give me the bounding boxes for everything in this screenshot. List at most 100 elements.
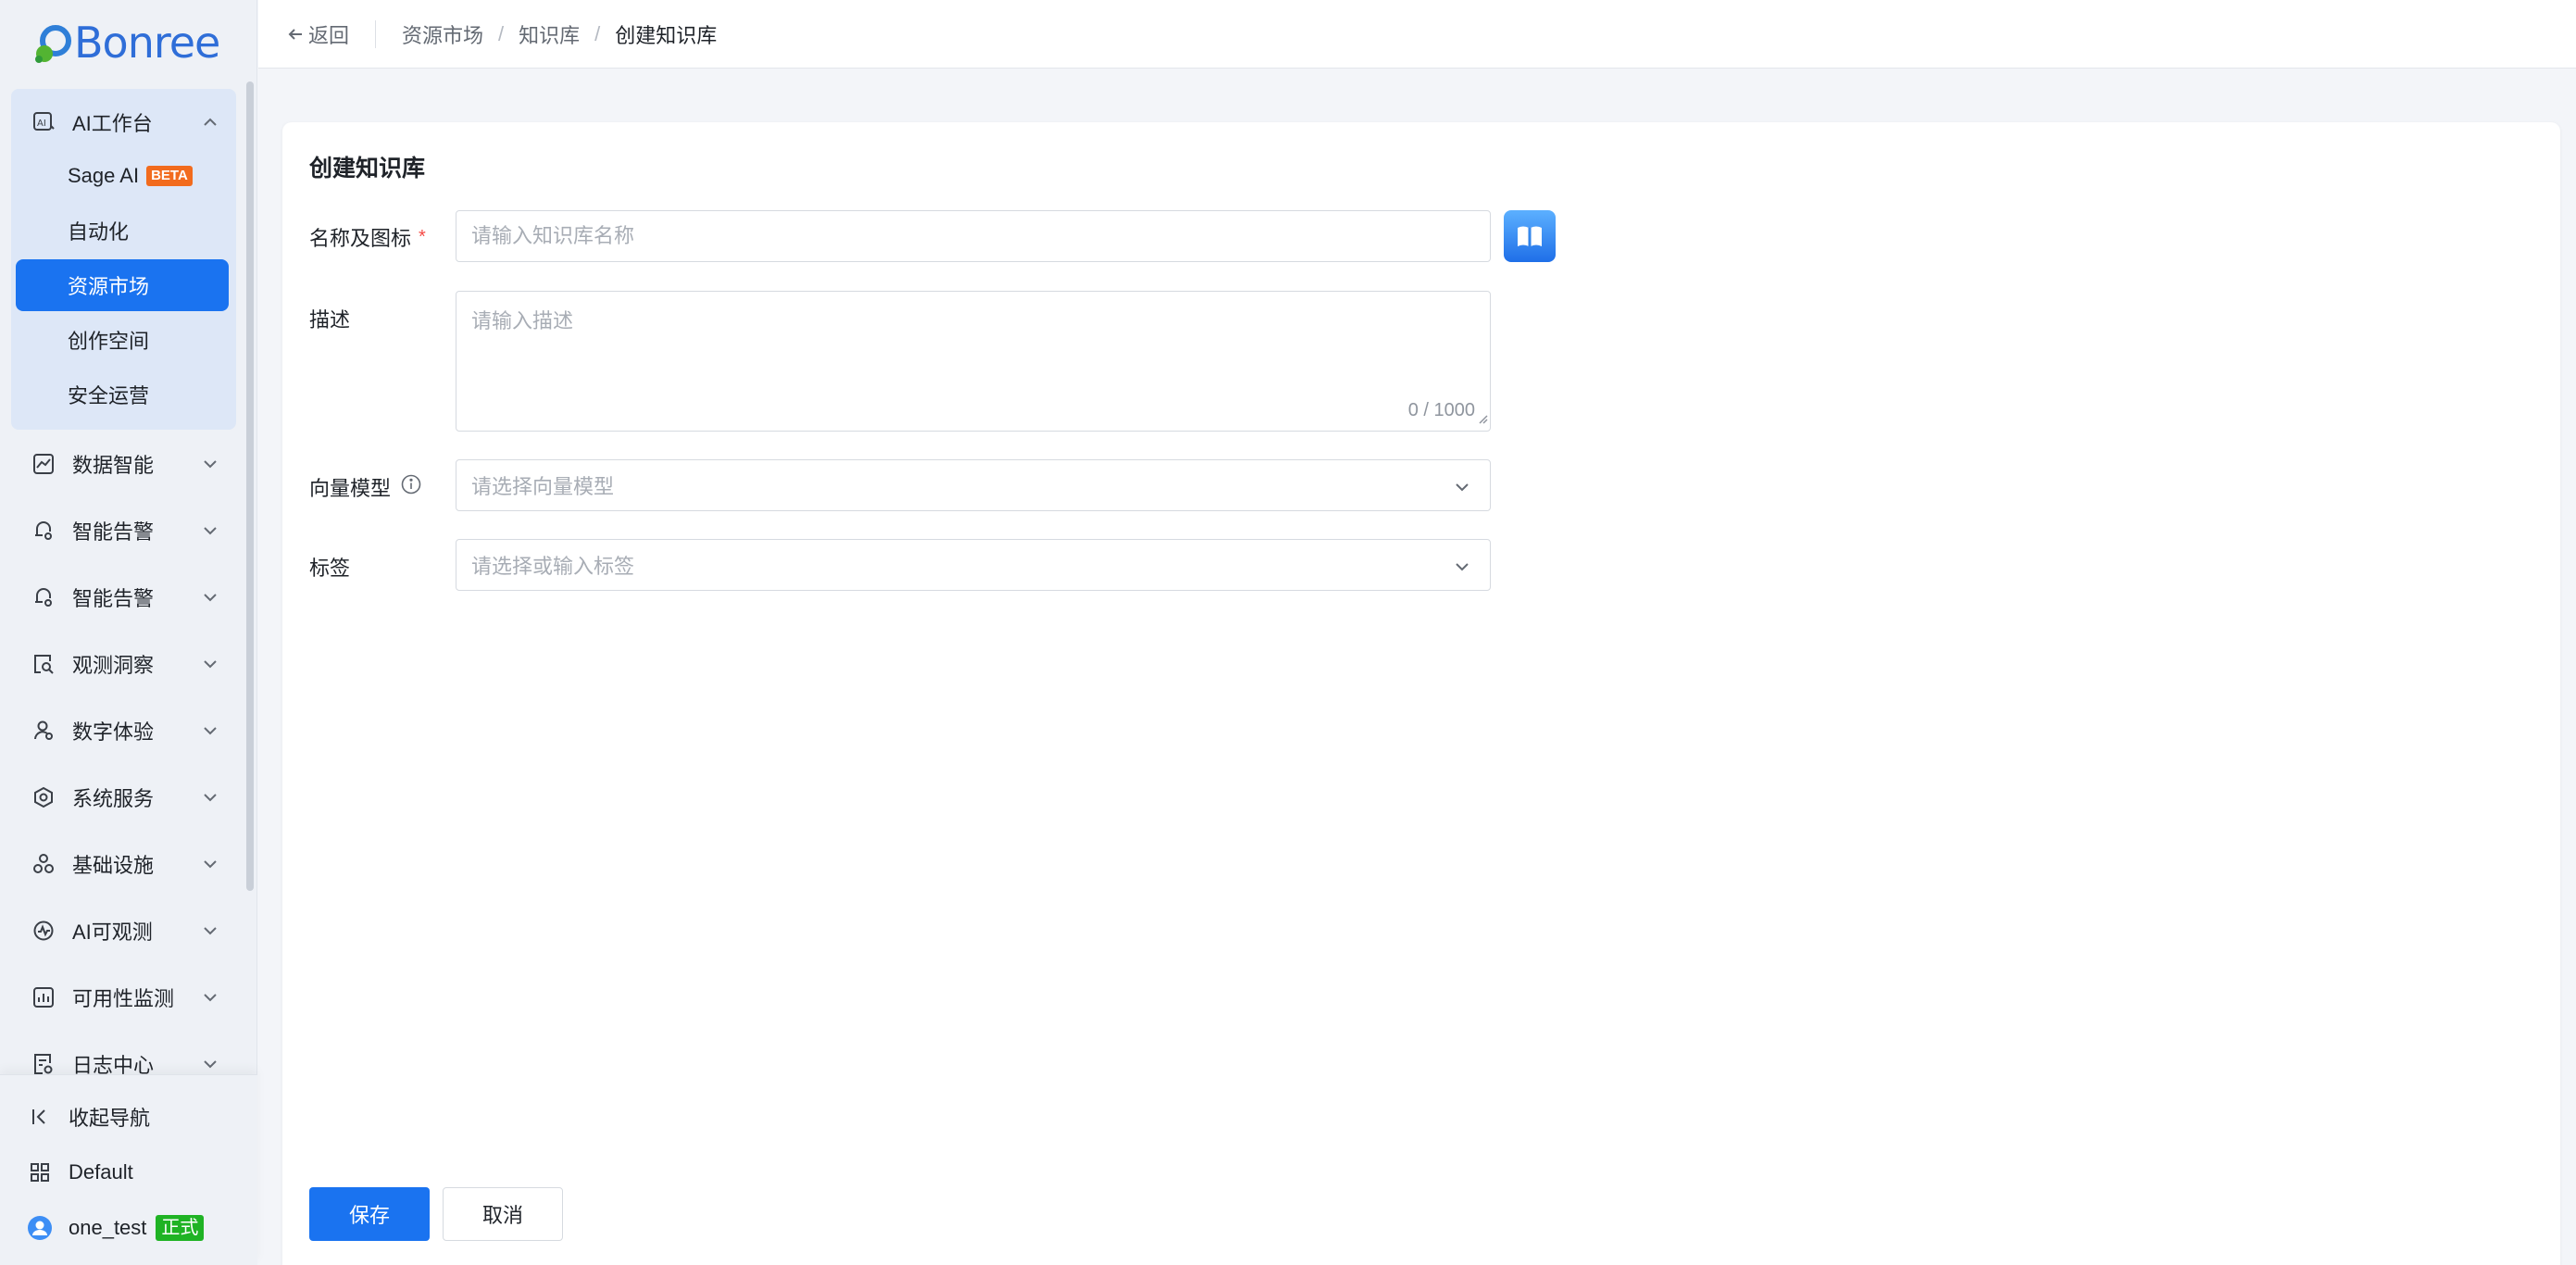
nav-item-security-ops[interactable]: 安全运营 [16, 369, 229, 420]
chevron-down-icon [201, 988, 219, 1012]
back-button[interactable]: 返回 [286, 19, 349, 49]
nav-group-infrastructure[interactable]: 基础设施 [11, 836, 236, 892]
vector-model-label-text: 向量模型 [309, 477, 392, 500]
workspace-label: Default [69, 1160, 133, 1184]
brand-name: Bonree [74, 18, 220, 68]
chevron-down-icon [201, 588, 219, 612]
nav-group-label: 系统服务 [72, 787, 155, 810]
collapse-left-icon [26, 1103, 54, 1131]
resize-grip-icon[interactable] [1477, 412, 1488, 429]
nav-item-label: Sage AI [68, 164, 140, 187]
avatar [26, 1214, 54, 1242]
nav-group-label: 智能告警 [72, 520, 155, 544]
info-icon[interactable] [400, 473, 422, 501]
sidebar-footer: 收起导航 Default one_test 正式 [0, 1074, 257, 1265]
nav-item-automation[interactable]: 自动化 [16, 205, 229, 257]
chevron-up-icon [201, 113, 219, 137]
nav-item-creation-space[interactable]: 创作空间 [16, 314, 229, 366]
brand-logo[interactable]: Bonree [28, 15, 220, 70]
nav-group-label: 观测洞察 [72, 654, 155, 677]
collapse-nav-button[interactable]: 收起导航 [26, 1098, 150, 1135]
nav-group-smart-alert[interactable]: 智能告警 [11, 503, 236, 558]
create-knowledge-base-card: 创建知识库 名称及图标 * 描述 0 / 1000 向量模型 请选择向量模型 标… [282, 122, 2560, 1265]
workspace-switcher[interactable]: Default [26, 1154, 133, 1191]
save-button[interactable]: 保存 [309, 1187, 430, 1241]
chevron-down-icon [201, 788, 219, 812]
infrastructure-icon [30, 850, 57, 878]
ai-workbench-icon: AI [30, 108, 57, 136]
topbar: 返回 资源市场 / 知识库 / 创建知识库 [258, 0, 2576, 69]
env-badge: 正式 [156, 1215, 205, 1241]
tags-label: 标签 [309, 557, 351, 580]
nav-group-label: AI可观测 [72, 921, 153, 944]
breadcrumb-current: 创建知识库 [615, 23, 718, 47]
tags-select[interactable]: 请选择或输入标签 [456, 539, 1491, 591]
breadcrumb-separator: / [498, 21, 505, 45]
nav-group-label: 可用性监测 [72, 987, 175, 1010]
cancel-button[interactable]: 取消 [443, 1187, 563, 1241]
chevron-down-icon [201, 521, 219, 545]
nav-group-label: 数字体验 [72, 720, 155, 744]
nav-item-resource-market[interactable]: 资源市场 [16, 259, 229, 311]
nav-group-label: 数据智能 [72, 454, 155, 477]
nav-group-observe-insight[interactable]: 观测洞察 [11, 636, 236, 692]
chevron-down-icon [201, 455, 219, 479]
chevron-down-icon [201, 655, 219, 679]
icon-picker-button[interactable] [1504, 210, 1556, 262]
user-experience-icon [30, 717, 57, 745]
nav-item-sage-ai[interactable]: Sage AI BETA [16, 150, 229, 202]
search-doc-icon [30, 650, 57, 678]
nav-group-label: 基础设施 [72, 854, 155, 877]
user-profile[interactable]: one_test 正式 [26, 1209, 205, 1246]
chevron-down-icon [201, 1055, 219, 1074]
grid-icon [26, 1159, 54, 1186]
alert-bell-icon [30, 517, 57, 545]
nav-group-label: AI工作台 [72, 112, 153, 135]
nav-group-system-service[interactable]: 系统服务 [11, 770, 236, 825]
chart-line-icon [30, 450, 57, 478]
breadcrumb-knowledge-base[interactable]: 知识库 [519, 19, 580, 49]
nav-group-header-ai-workbench[interactable]: AI AI工作台 [11, 94, 236, 150]
nav-group-ai-observe[interactable]: AI可观测 [11, 903, 236, 958]
name-label-text: 名称及图标 [309, 227, 412, 250]
page-title: 创建知识库 [309, 156, 426, 182]
breadcrumb: 资源市场 / 知识库 / 创建知识库 [402, 19, 717, 49]
divider [375, 19, 377, 48]
vector-model-placeholder: 请选择向量模型 [471, 475, 615, 498]
nav-item-label: 安全运营 [68, 384, 150, 407]
nav-group-data-intelligence[interactable]: 数据智能 [11, 436, 236, 492]
availability-icon [30, 983, 57, 1011]
sidebar: Bonree AI AI工作台 Sage AI BETA 自动化 资源市场 创作… [0, 0, 257, 1265]
svg-text:AI: AI [37, 119, 46, 129]
nav-item-label: 创作空间 [68, 330, 150, 353]
vector-model-field-label: 向量模型 [309, 472, 422, 502]
nav-group-availability[interactable]: 可用性监测 [11, 970, 236, 1025]
log-icon [30, 1050, 57, 1074]
collapse-nav-label: 收起导航 [69, 1107, 151, 1130]
breadcrumb-resource-market[interactable]: 资源市场 [402, 19, 483, 49]
required-mark: * [419, 226, 426, 247]
back-label: 返回 [308, 23, 350, 47]
breadcrumb-separator: / [594, 21, 601, 45]
chevron-down-icon [201, 721, 219, 745]
description-textarea-wrapper: 0 / 1000 [456, 291, 1491, 432]
system-service-icon [30, 783, 57, 811]
char-counter: 0 / 1000 [1407, 400, 1475, 420]
nav-group-label: 智能告警 [72, 587, 155, 610]
ai-observe-icon [30, 917, 57, 945]
knowledge-base-name-input[interactable] [456, 210, 1491, 262]
nav-group-log-center[interactable]: 日志中心 [11, 1036, 236, 1074]
name-field-label: 名称及图标 * [309, 222, 426, 252]
bonree-logo-icon [28, 17, 80, 69]
nav-item-label: 资源市场 [68, 275, 150, 298]
chevron-down-icon [1453, 557, 1471, 582]
description-textarea[interactable] [456, 292, 1490, 431]
arrow-left-icon [288, 28, 302, 40]
vector-model-select[interactable]: 请选择向量模型 [456, 459, 1491, 511]
nav-item-label: 自动化 [68, 220, 130, 244]
beta-badge: BETA [146, 166, 193, 186]
book-icon [1518, 226, 1542, 246]
nav-group-digital-experience[interactable]: 数字体验 [11, 703, 236, 758]
user-name: one_test [69, 1216, 147, 1239]
nav-group-smart-alert-2[interactable]: 智能告警 [11, 570, 236, 625]
